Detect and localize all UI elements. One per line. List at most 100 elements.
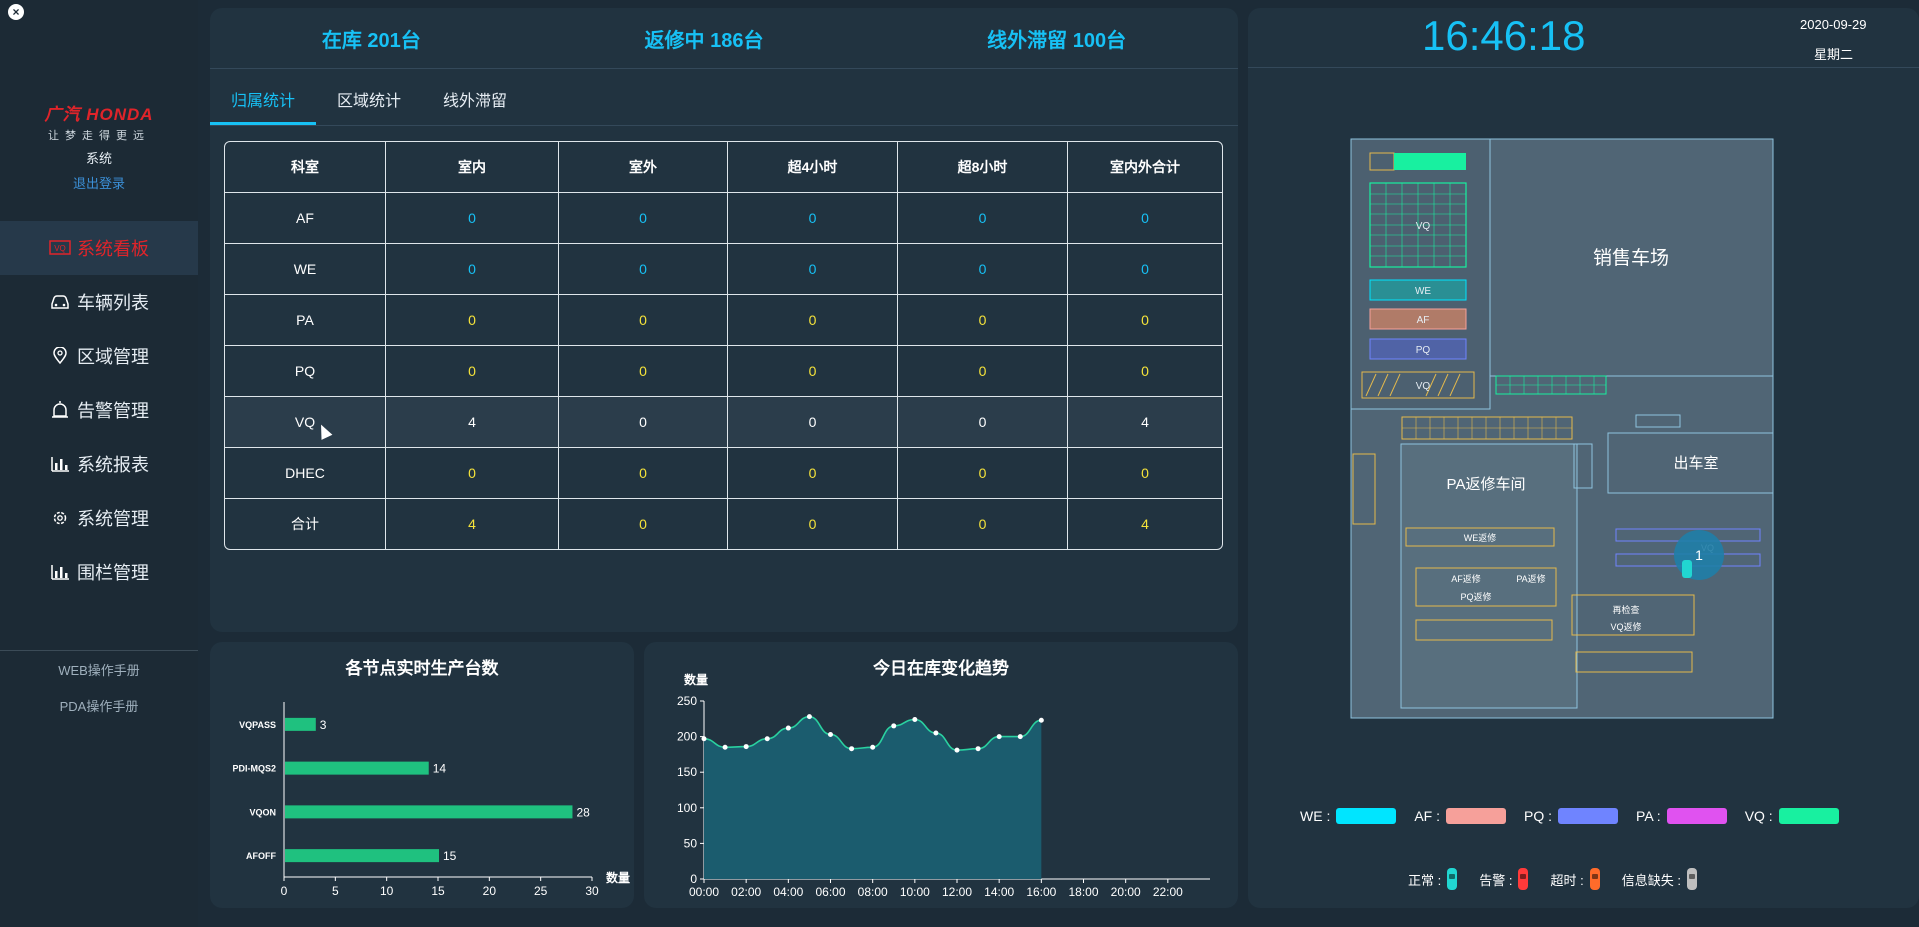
sidebar-item-areas[interactable]: 区域管理 (0, 329, 198, 383)
status-legend-item: 信息缺失 : (1622, 868, 1697, 890)
close-icon[interactable]: × (8, 4, 24, 20)
ownership-table: 科室 室内 室外 超4小时 超8小时 室内外合计 AF 0 0 0 0 0 WE 0 0 0 0 0 P… (224, 141, 1223, 550)
car-status-icon (1686, 868, 1697, 890)
table-cell-value: 0 (386, 193, 559, 244)
offline-stat: 线外滞留 100台 (987, 29, 1127, 52)
logo-slogan: 让梦走得更远 (48, 130, 150, 142)
sidebar: × 广汽 HONDA 让梦走得更远 系统 退出登录 VQ 系统看板 车辆列表 区… (0, 0, 198, 927)
stats-row: 在库 201台 返修中 186台 线外滞留 100台 (210, 8, 1238, 69)
af-repair-label: AF返修 (1451, 573, 1481, 584)
exit-room-label: 出车室 (1673, 455, 1718, 472)
zone-legend-item: WE : (1300, 808, 1397, 824)
x-tick-label: 04:00 (773, 885, 803, 899)
bar-chart-icon (49, 455, 71, 473)
x-tick-label: 18:00 (1068, 885, 1098, 899)
pq-repair-label: PQ返修 (1460, 591, 1491, 602)
legend-label: VQ : (1744, 808, 1773, 824)
clock-weekday: 星期二 (1814, 47, 1854, 62)
table-cell-dept: VQ (225, 397, 386, 448)
pa-workshop-label: PA返修车间 (1447, 476, 1526, 493)
table-row[interactable]: WE 0 0 0 0 0 (225, 244, 1222, 295)
x-tick-label: 25 (534, 884, 548, 898)
table-cell-value: 0 (386, 448, 559, 499)
legend-label: PQ : (1524, 808, 1553, 824)
zone-legend-item: PQ : (1524, 808, 1619, 824)
we-zone-label: WE (1415, 286, 1431, 297)
sidebar-item-dashboard[interactable]: VQ 系统看板 (0, 221, 198, 275)
sidebar-item-settings[interactable]: 系统管理 (0, 491, 198, 545)
data-point (954, 747, 960, 753)
legend-label: PA : (1636, 808, 1661, 824)
car-status-icon (1518, 868, 1529, 890)
zone-legend-item: VQ : (1745, 808, 1839, 824)
bar (285, 849, 439, 863)
pda-manual-link[interactable]: PDA操作手册 (0, 696, 198, 715)
table-row[interactable]: 合计 4 0 0 0 4 (225, 499, 1222, 549)
table-cell-value: 0 (1068, 244, 1222, 295)
y-tick-label: 150 (677, 765, 697, 779)
bar-value-label: 3 (320, 718, 327, 732)
category-label: VQPASS (239, 720, 276, 730)
table-cell-value: 0 (1068, 193, 1222, 244)
map-pin-icon (49, 347, 71, 365)
table-cell-value: 0 (728, 295, 898, 346)
table-row[interactable]: PQ 0 0 0 0 0 (225, 346, 1222, 397)
table-cell-value: 0 (728, 397, 898, 448)
vq-hatch-label: VQ (1416, 381, 1431, 392)
tab-offline[interactable]: 线外滞留 (422, 85, 528, 125)
table-cell-value: 0 (898, 193, 1068, 244)
x-tick-label: 12:00 (942, 885, 972, 899)
logout-link[interactable]: 退出登录 (0, 173, 198, 192)
x-tick-label: 20 (483, 884, 497, 898)
we-repair-label: WE返修 (1464, 532, 1497, 543)
data-point (701, 736, 707, 742)
legend-swatch (1666, 808, 1727, 824)
tab-ownership[interactable]: 归属统计 (210, 85, 316, 125)
table-cell-value: 0 (898, 244, 1068, 295)
table-row[interactable]: VQ 4 0 0 0 4 (225, 397, 1222, 448)
x-tick-label: 02:00 (731, 885, 761, 899)
web-manual-link[interactable]: WEB操作手册 (0, 660, 198, 679)
zone-legend-item: AF : (1414, 808, 1507, 824)
table-row[interactable]: AF 0 0 0 0 0 (225, 193, 1222, 244)
table-header-row: 科室 室内 室外 超4小时 超8小时 室内外合计 (225, 142, 1222, 193)
sidebar-item-label: 围栏管理 (77, 563, 149, 583)
y-tick-label: 200 (677, 730, 697, 744)
table-row[interactable]: DHEC 0 0 0 0 0 (225, 448, 1222, 499)
site-map: 销售车场 VQ WE AF PQ VQ PA返修车间 出车室 WE返修 AF返修… (1350, 138, 1774, 719)
tab-region[interactable]: 区域统计 (316, 85, 422, 125)
x-tick-label: 10 (380, 884, 394, 898)
category-label: PDI-MQS2 (232, 764, 276, 774)
x-tick-label: 06:00 (815, 885, 845, 899)
data-point (849, 746, 855, 752)
tab-bar: 归属统计 区域统计 线外滞留 (210, 85, 1238, 126)
legend-label: 信息缺失 : (1621, 872, 1681, 888)
bar-chart: 0 5 10 15 20 25 30 数量 VQPASS 3 PDI-MQS2 14 VQON 28 AFO… (232, 702, 630, 898)
logo: 广汽 HONDA 让梦走得更远 (18, 100, 180, 143)
data-point (870, 744, 876, 750)
data-point (912, 717, 918, 723)
legend-swatch (1778, 808, 1839, 824)
legend-label: AF : (1414, 808, 1441, 824)
bar-value-label: 28 (576, 805, 590, 819)
clock-date: 2020-09-29 (1800, 17, 1867, 32)
status-legend-item: 告警 : (1479, 868, 1529, 890)
table-cell-dept: PA (225, 295, 386, 346)
sidebar-divider (0, 650, 198, 651)
column-header: 超8小时 (898, 142, 1068, 193)
sidebar-item-alarms[interactable]: 告警管理 (0, 383, 198, 437)
legend-label: 正常 : (1408, 872, 1442, 888)
table-cell-value: 0 (1068, 346, 1222, 397)
table-row[interactable]: PA 0 0 0 0 0 (225, 295, 1222, 346)
area-chart: 数量 0 50 100 150 200 250 00:00 02:00 04:00 06:00 08:… (677, 672, 1210, 899)
sidebar-item-fences[interactable]: 围栏管理 (0, 545, 198, 599)
sidebar-item-vehicles[interactable]: 车辆列表 (0, 275, 198, 329)
x-tick-label: 08:00 (858, 885, 888, 899)
x-axis-label: 数量 (606, 870, 630, 885)
table-cell-dept: PQ (225, 346, 386, 397)
data-point (764, 736, 770, 742)
clock-divider (1248, 67, 1919, 68)
car-icon (49, 293, 71, 311)
sidebar-item-reports[interactable]: 系统报表 (0, 437, 198, 491)
y-tick-label: 50 (684, 836, 698, 850)
